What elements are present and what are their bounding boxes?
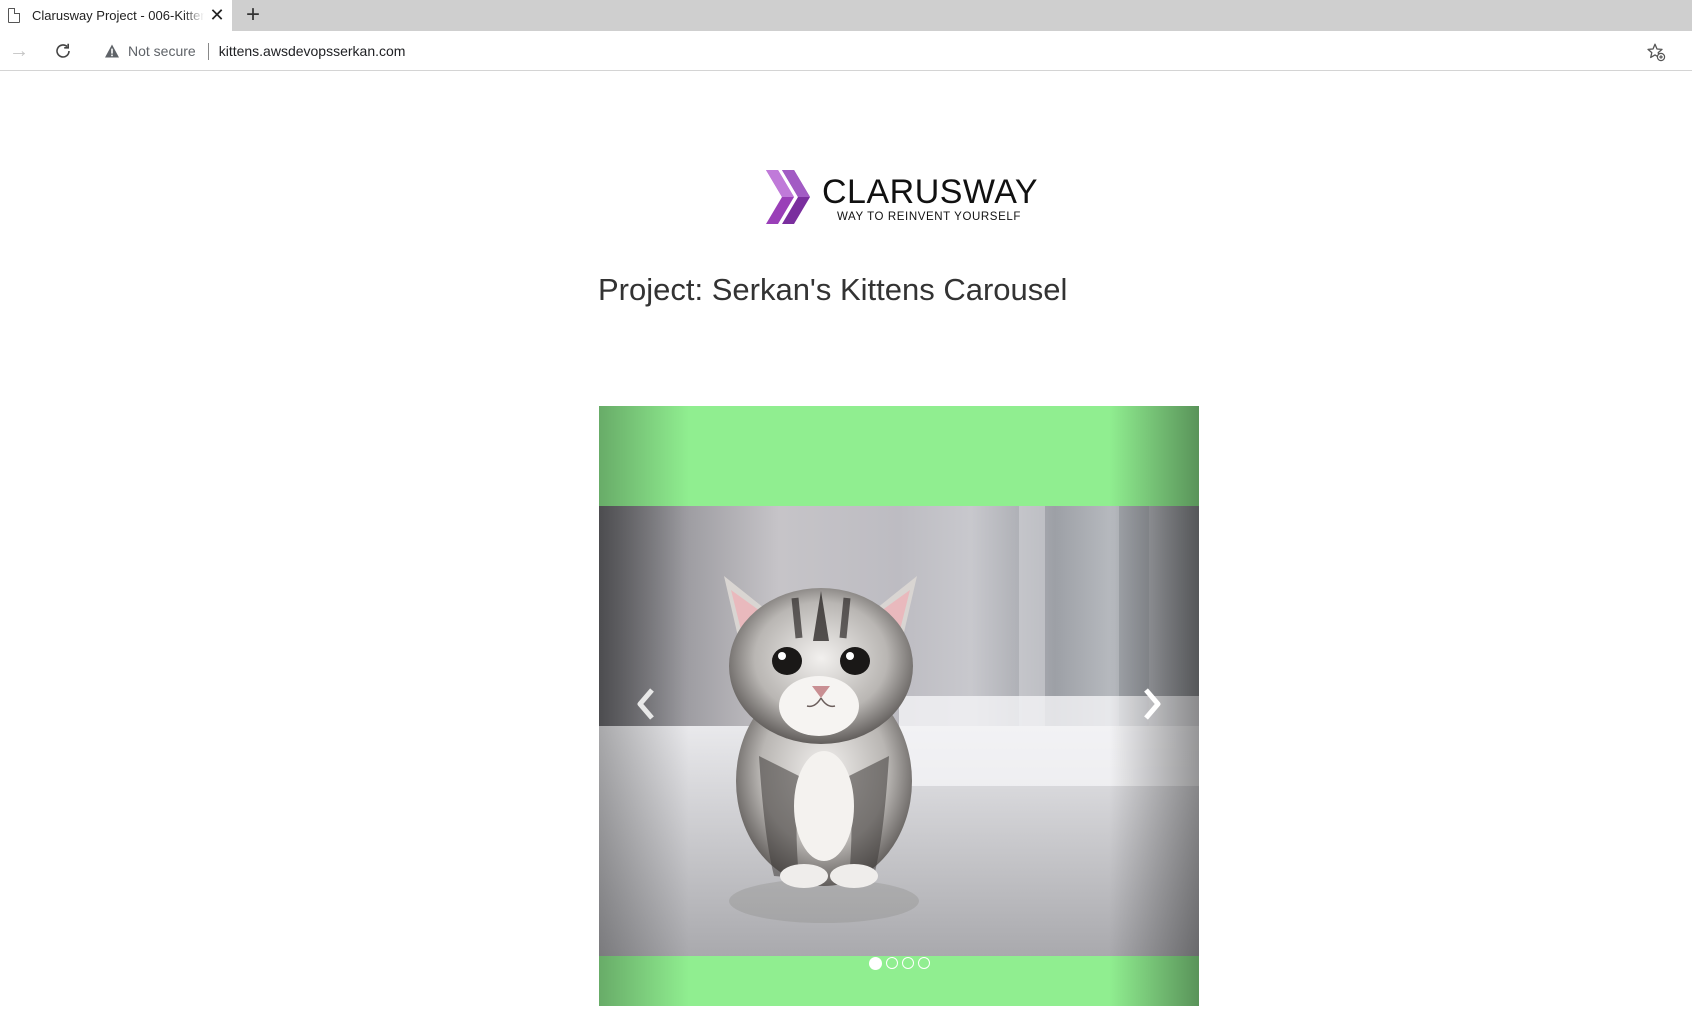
- logo-chevron-icon: [766, 170, 810, 224]
- tab-title: Clarusway Project - 006-Kittens Carousel: [32, 8, 204, 23]
- carousel-indicator-dot[interactable]: [885, 957, 898, 969]
- url-text[interactable]: kittens.awsdevopsserkan.com: [219, 43, 406, 59]
- carousel-indicators: [599, 956, 1199, 973]
- carousel-next-button[interactable]: [1132, 684, 1172, 724]
- logo-wordmark: CLARUSWAY: [822, 173, 1039, 211]
- tab-strip: Clarusway Project - 006-Kittens Carousel…: [0, 0, 1692, 31]
- carousel-prev-button[interactable]: [626, 684, 666, 724]
- logo-tagline: WAY TO REINVENT YOURSELF: [837, 211, 1021, 223]
- security-status[interactable]: Not secure: [128, 43, 196, 59]
- forward-button[interactable]: →: [6, 38, 32, 64]
- address-bar[interactable]: Not secure kittens.awsdevopsserkan.com: [92, 36, 1672, 66]
- clarusway-logo: CLARUSWAY WAY TO REINVENT YOURSELF: [766, 170, 1039, 226]
- chevron-right-icon: [1144, 688, 1161, 720]
- chevron-left-icon: [637, 688, 654, 720]
- page-icon: [8, 8, 20, 23]
- browser-tab[interactable]: Clarusway Project - 006-Kittens Carousel…: [0, 0, 232, 31]
- warning-icon: [105, 44, 119, 58]
- close-tab-button[interactable]: ✕: [208, 6, 226, 24]
- reload-button[interactable]: [50, 38, 76, 64]
- divider: [207, 42, 209, 60]
- reload-icon: [56, 43, 70, 58]
- kitten-image: [599, 506, 1199, 956]
- new-tab-button[interactable]: +: [241, 3, 265, 27]
- carousel-slide: [599, 506, 1199, 956]
- carousel-indicator-dot[interactable]: [901, 957, 914, 969]
- kitten-carousel: [599, 406, 1199, 1006]
- carousel-indicator-dot[interactable]: [917, 957, 930, 969]
- favorite-star-icon[interactable]: [1646, 42, 1666, 62]
- carousel-indicator-dot[interactable]: [868, 956, 882, 970]
- page-title: Project: Serkan's Kittens Carousel: [598, 272, 1068, 307]
- arrow-right-icon: →: [9, 39, 29, 62]
- browser-toolbar: → Not secure kittens.awsdevopsserkan.com: [0, 31, 1692, 71]
